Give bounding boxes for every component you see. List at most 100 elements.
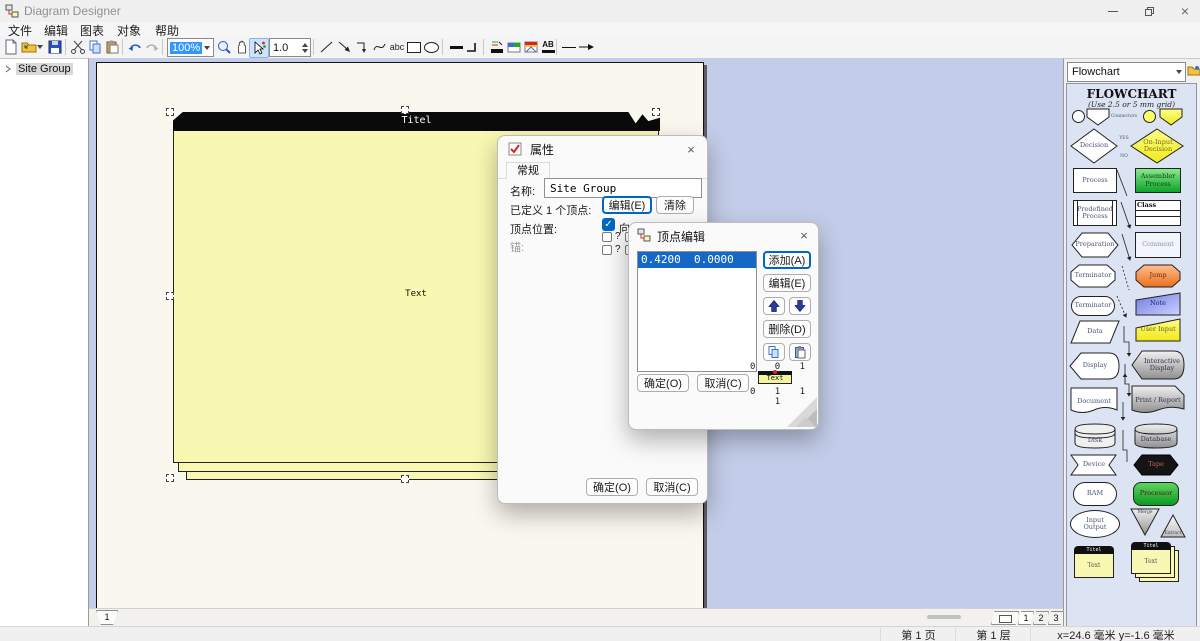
edit-vertices-button[interactable]: 编辑(E) [602,196,652,214]
line-tool[interactable] [318,38,336,56]
palette-shape-processor[interactable]: Processor [1133,482,1179,506]
palette-shape-connector-circle[interactable] [1072,110,1085,123]
tree-item-site-group[interactable]: Site Group [4,63,73,75]
palette-shape-connector-pentagon[interactable] [1086,108,1110,126]
selection-handle[interactable] [401,106,409,114]
edit-vertex-button[interactable]: 编辑(E) [763,274,811,292]
open-template-button[interactable] [1186,63,1200,78]
palette-shape-input-output[interactable]: Input Output [1070,510,1120,538]
selection-handle[interactable] [166,292,174,300]
palette-shape-process[interactable]: Process [1073,168,1117,193]
delete-vertex-button[interactable]: 删除(D) [763,320,811,338]
palette-shape-on-input-decision[interactable]: On-Input Decision [1130,128,1184,164]
palette-shape-comment[interactable]: Comment [1135,232,1181,258]
move-down-button[interactable] [789,297,811,315]
properties-ok-button[interactable]: 确定(O) [586,478,638,496]
corner-line-style-button[interactable] [464,38,482,56]
arrow-style-button[interactable] [578,38,596,56]
properties-dialog-titlebar[interactable]: 属性 × [498,136,707,162]
move-up-button[interactable] [763,297,785,315]
vertex-cancel-button[interactable]: 取消(C) [697,374,749,392]
text-tool[interactable]: abc [388,38,406,56]
image-fill-button[interactable] [522,38,540,56]
palette-shape-jump[interactable]: Jump [1135,264,1181,288]
restore-button[interactable] [1132,0,1166,22]
redo-button[interactable] [143,38,161,56]
palette-shape-assembler-process[interactable]: Assembler Process [1135,168,1181,193]
fill-color-button[interactable] [505,38,523,56]
palette-shape-connector-pentagon-yellow[interactable] [1159,108,1183,126]
paste-vertices-button[interactable] [789,343,811,361]
line-width-spinner[interactable]: 1.0 [269,38,311,57]
properties-cancel-button[interactable]: 取消(C) [646,478,698,496]
palette-shape-display[interactable]: Display [1069,350,1121,382]
copy-button[interactable] [86,38,104,56]
add-vertex-button[interactable]: 添加(A) [763,251,811,269]
line-color-button[interactable] [488,38,506,56]
anchor-checkbox[interactable] [602,232,612,242]
vertex-list-item-selected[interactable]: 0.4200 0.0000 [638,252,756,268]
undo-button[interactable] [126,38,144,56]
line-dash-style-button[interactable] [560,38,578,56]
anchor-checkbox[interactable] [602,245,612,255]
save-button[interactable] [46,38,64,56]
palette-shape-user-input[interactable]: User Input [1135,318,1181,342]
layer-tab-3[interactable]: 3 [1048,611,1063,625]
palette-shape-extract[interactable]: Extract [1160,514,1186,538]
arrow-line-tool[interactable] [336,38,354,56]
selection-handle[interactable] [652,108,660,116]
zoom-select[interactable]: 100% [167,38,214,57]
font-color-button[interactable]: AB [539,38,557,56]
spinner-arrows[interactable] [302,43,308,53]
palette-shape-terminator[interactable]: Terminator [1070,264,1116,288]
rectangle-tool[interactable] [405,38,423,56]
ellipse-tool[interactable] [422,38,440,56]
palette-shape-predefined-process[interactable]: Predefined Process [1073,200,1117,226]
curve-tool[interactable] [371,38,389,56]
palette-shape-tape[interactable]: Tape [1133,454,1179,476]
name-input[interactable] [544,178,702,198]
horizontal-scrollbar-thumb[interactable] [927,615,961,619]
vertex-dialog-titlebar[interactable]: 顶点编辑 × [629,223,818,249]
template-select[interactable]: Flowchart [1067,62,1186,82]
zoom-tool-icon[interactable] [215,38,233,56]
palette-shape-ram[interactable]: RAM [1073,482,1117,506]
palette-shape-preparation[interactable]: Preparation [1071,232,1119,258]
paste-button[interactable] [103,38,121,56]
palette-shape-note[interactable]: Note [1135,292,1181,316]
selection-handle[interactable] [166,474,174,482]
copy-vertices-button[interactable] [763,343,785,361]
layer-tab-2[interactable]: 2 [1033,611,1049,625]
layer-tab-1[interactable]: 1 [1018,611,1034,625]
thick-line-style-button[interactable] [447,38,465,56]
properties-close-icon[interactable]: × [683,141,699,157]
vertex-ok-button[interactable]: 确定(O) [637,374,689,392]
selection-handle[interactable] [401,475,409,483]
palette-shape-disk[interactable]: Disk [1073,422,1117,450]
palette-shape-decision[interactable]: Decision [1070,128,1118,164]
palette-shape-interactive-display[interactable]: Interactive Display [1131,348,1185,382]
palette-shape-print-report[interactable]: Print / Report [1131,384,1185,418]
new-document-button[interactable] [2,38,20,56]
selection-handle[interactable] [166,108,174,116]
open-dropdown-caret[interactable] [36,38,44,56]
palette-shape-terminator-rounded[interactable]: Terminator [1071,296,1115,316]
palette-shape-data[interactable]: Data [1070,320,1120,344]
clear-vertices-button[interactable]: 清除 [656,196,694,214]
palette-shape-note-group-stacked[interactable]: Titel Text [1131,542,1179,582]
palette-shape-document[interactable]: Document [1070,386,1118,418]
cut-button[interactable] [69,38,87,56]
palette-shape-connector-circle-yellow[interactable] [1143,110,1156,123]
layer-tab-new[interactable] [991,611,1019,625]
close-button[interactable]: × [1168,0,1200,22]
restrict-inside-checkbox[interactable]: ✓ [602,218,615,231]
palette-shape-database[interactable]: Database [1133,422,1179,450]
palette-shape-class[interactable]: Class [1135,200,1181,226]
page-tab-1[interactable]: 1 [96,610,118,625]
edit-vertices-tool-icon[interactable] [249,38,269,58]
palette-shape-merge[interactable]: Merge [1130,508,1160,536]
palette-shape-device[interactable]: Device [1070,454,1118,476]
polyline-tool[interactable] [354,38,372,56]
minimize-button[interactable] [1096,0,1130,22]
vertex-close-icon[interactable]: × [796,227,812,243]
